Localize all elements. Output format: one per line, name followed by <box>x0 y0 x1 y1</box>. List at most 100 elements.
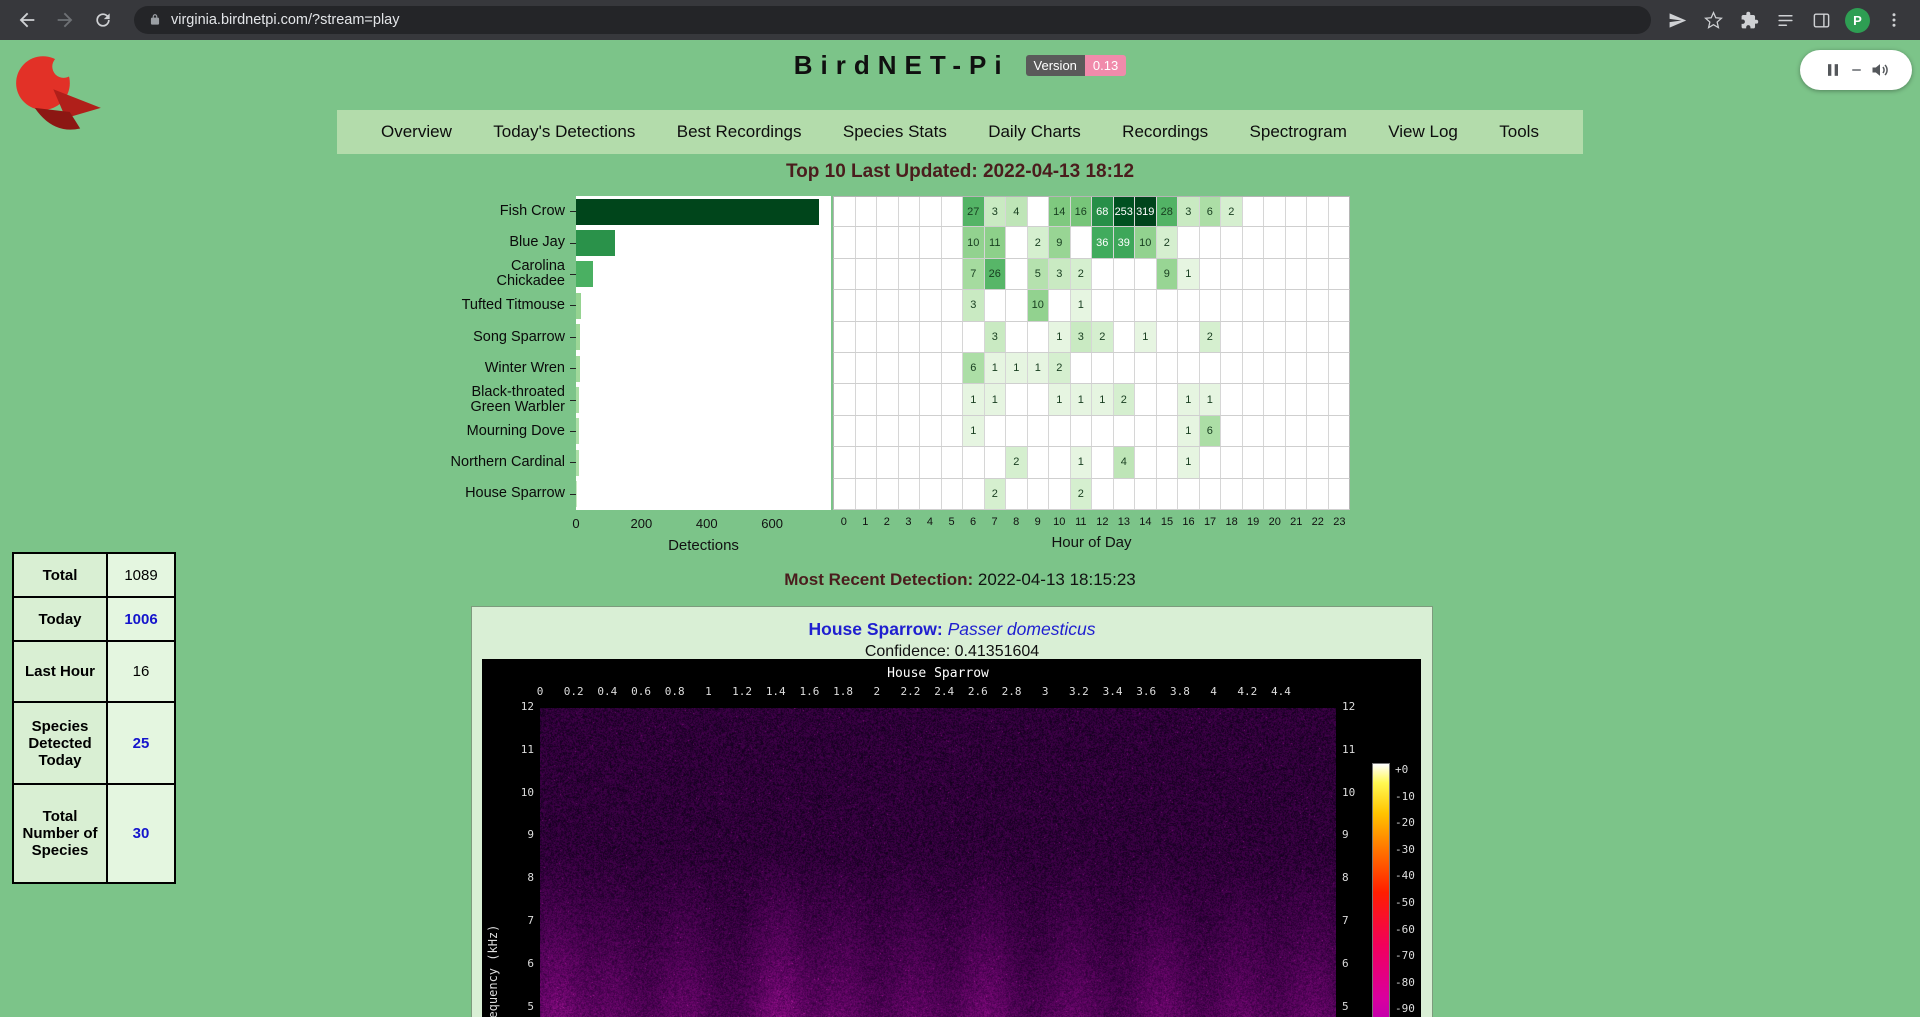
top10-row: Mourning Dove116 <box>440 416 1350 447</box>
heat-cell <box>1200 447 1222 477</box>
heat-cell <box>1286 353 1308 383</box>
bookmark-button[interactable] <box>1701 8 1725 32</box>
heat-cell <box>1243 227 1265 257</box>
heat-cell <box>899 447 921 477</box>
volume-icon[interactable] <box>1870 60 1890 80</box>
heat-cell <box>1329 322 1350 352</box>
main-nav: Overview Today's Detections Best Recording… <box>337 110 1583 154</box>
nav-item-spectrogram[interactable]: Spectrogram <box>1250 122 1347 142</box>
page-header: BirdNET-Pi Version 0.13 <box>0 50 1920 81</box>
heat-cell: 26 <box>985 259 1007 289</box>
nav-item-best-recordings[interactable]: Best Recordings <box>677 122 802 142</box>
species-label: House Sparrow <box>440 479 570 510</box>
freq-tick-label: 9 <box>510 828 534 841</box>
reading-list-button[interactable] <box>1773 8 1797 32</box>
species-label: Fish Crow <box>440 196 570 227</box>
heat-cell: 1 <box>1006 353 1028 383</box>
extensions-button[interactable] <box>1737 8 1761 32</box>
nav-item-view-log[interactable]: View Log <box>1388 122 1458 142</box>
detections-bar <box>576 356 580 382</box>
seek-bar[interactable] <box>1852 69 1861 71</box>
browser-reload-button[interactable] <box>86 3 120 37</box>
heat-cell <box>1135 259 1157 289</box>
heat-cell: 6 <box>1200 416 1222 446</box>
heat-cell: 1 <box>1049 322 1071 352</box>
freq-tick-label: 11 <box>1342 743 1355 756</box>
pause-button[interactable] <box>1823 60 1843 80</box>
heat-cell <box>1307 259 1329 289</box>
top10-row: House Sparrow22 <box>440 479 1350 510</box>
detections-bar <box>576 261 593 287</box>
heat-cell <box>1135 290 1157 320</box>
freq-tick-label: 12 <box>1342 700 1355 713</box>
freq-tick-label: 7 <box>1342 914 1349 927</box>
bar-axis-ticks: 0200400600 <box>576 516 831 531</box>
address-bar[interactable]: virginia.birdnetpi.com/?stream=play <box>134 6 1651 34</box>
time-tick-label: 3.6 <box>1136 685 1156 698</box>
top10-row: Tufted Titmouse3101 <box>440 290 1350 321</box>
heat-cell <box>1006 479 1028 509</box>
nav-item-recordings[interactable]: Recordings <box>1122 122 1208 142</box>
stats-row: Total Number of Species30 <box>13 784 175 883</box>
reload-icon <box>93 10 113 30</box>
send-to-device-button[interactable] <box>1665 8 1689 32</box>
heat-cell: 2 <box>1200 322 1222 352</box>
profile-avatar[interactable]: P <box>1845 8 1870 33</box>
time-tick-label: 1 <box>705 685 712 698</box>
heat-cell <box>877 447 899 477</box>
heat-cell <box>834 353 856 383</box>
browser-menu-button[interactable] <box>1882 8 1906 32</box>
detection-species-common[interactable]: House Sparrow: <box>809 619 943 639</box>
heat-cell <box>1071 416 1093 446</box>
detections-bar-area <box>576 196 831 227</box>
spectrogram-canvas <box>540 708 1336 1017</box>
heat-cell: 1 <box>985 384 1007 414</box>
nav-item-overview[interactable]: Overview <box>381 122 452 142</box>
hour-axis-tick-label: 16 <box>1178 516 1200 528</box>
heat-cell <box>856 259 878 289</box>
heat-cell <box>834 384 856 414</box>
time-tick-label: 4 <box>1210 685 1217 698</box>
heat-cell <box>856 197 878 226</box>
db-tick-label: -80 <box>1395 976 1415 989</box>
site-lock-icon[interactable] <box>148 13 162 27</box>
heat-cell: 3 <box>963 290 985 320</box>
heat-cell <box>1243 479 1265 509</box>
heat-cell <box>1006 259 1028 289</box>
heat-cell <box>899 322 921 352</box>
hour-axis-tick-label: 3 <box>898 516 920 528</box>
browser-forward-button[interactable] <box>48 3 82 37</box>
heat-cell <box>1221 322 1243 352</box>
version-badge-value: 0.13 <box>1085 55 1126 76</box>
heat-cell <box>1329 290 1350 320</box>
detection-species-scientific[interactable]: Passer domesticus <box>948 619 1096 639</box>
heat-cell <box>1286 416 1308 446</box>
stat-value[interactable]: 25 <box>107 702 175 784</box>
heat-cell <box>1028 197 1050 226</box>
top10-row: Winter Wren61112 <box>440 353 1350 384</box>
heat-cell: 3 <box>1071 322 1093 352</box>
hourly-heat-row: 116 <box>833 416 1350 447</box>
db-tick-label: -50 <box>1395 896 1415 909</box>
version-badge: Version 0.13 <box>1026 55 1127 76</box>
nav-item-species-stats[interactable]: Species Stats <box>843 122 947 142</box>
heat-cell <box>856 353 878 383</box>
heat-cell <box>1243 416 1265 446</box>
freq-tick-label: 6 <box>510 957 534 970</box>
nav-item-today-s-detections[interactable]: Today's Detections <box>493 122 635 142</box>
heat-cell <box>1307 416 1329 446</box>
heat-cell <box>942 479 964 509</box>
heat-cell <box>1264 227 1286 257</box>
heat-cell <box>1200 353 1222 383</box>
heat-cell <box>1157 479 1179 509</box>
stat-value[interactable]: 30 <box>107 784 175 883</box>
browser-back-button[interactable] <box>10 3 44 37</box>
side-panel-button[interactable] <box>1809 8 1833 32</box>
heat-cell <box>942 416 964 446</box>
stat-value[interactable]: 1006 <box>107 597 175 641</box>
hourly-heat-row: 72653291 <box>833 259 1350 290</box>
nav-item-tools[interactable]: Tools <box>1499 122 1539 142</box>
nav-item-daily-charts[interactable]: Daily Charts <box>988 122 1081 142</box>
time-tick-label: 0.4 <box>597 685 617 698</box>
version-badge-label: Version <box>1026 55 1085 76</box>
